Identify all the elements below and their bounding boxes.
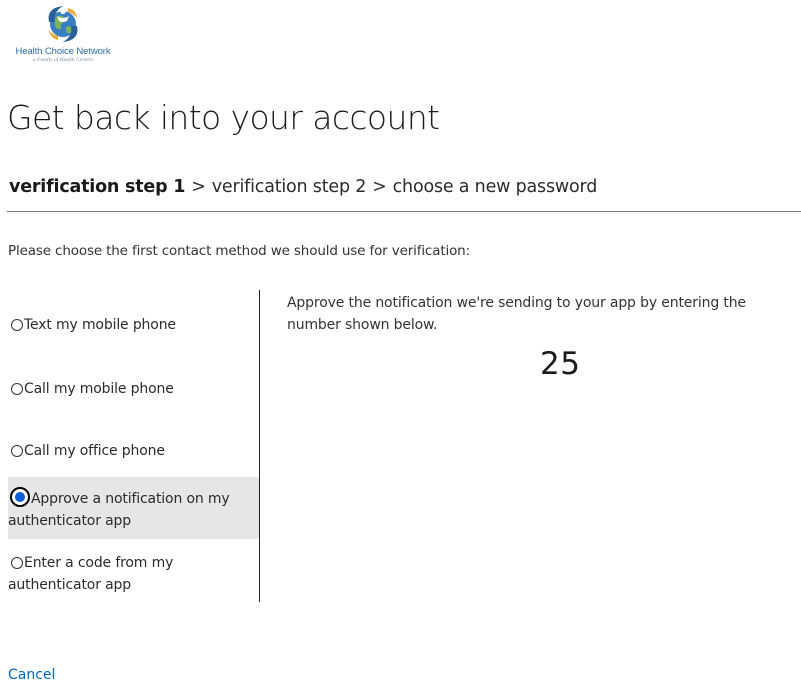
breadcrumb: verification step 1 > verification step 2 >… [9,177,597,197]
option-call-mobile[interactable]: Call my mobile phone [8,378,259,400]
option-label: Enter a code from my authenticator app [8,555,174,593]
option-approve-notification[interactable]: Approve a notification on my authenticat… [8,477,259,539]
verification-number: 25 [540,346,581,382]
breadcrumb-separator: > [372,177,387,197]
option-enter-code[interactable]: Enter a code from my authenticator app [8,552,259,596]
option-text-mobile[interactable]: Text my mobile phone [8,314,259,336]
page-title: Get back into your account [7,98,440,137]
radio-unchecked-icon[interactable] [11,383,23,395]
option-label: Call my office phone [24,443,165,459]
organization-logo: Health Choice Network a Family of Health… [8,2,118,66]
contact-method-list: Text my mobile phone Call my mobile phon… [8,290,260,602]
logo-tagline: a Family of Health Centers [32,57,94,63]
notification-message: Approve the notification we're sending t… [287,295,746,333]
radio-unchecked-icon[interactable] [11,319,23,331]
radio-unchecked-icon[interactable] [11,557,23,569]
option-call-office[interactable]: Call my office phone [8,440,259,462]
breadcrumb-step-2: verification step 2 [211,177,367,197]
option-label: Approve a notification on my authenticat… [8,491,230,529]
breadcrumb-current-step: verification step 1 [9,177,186,197]
breadcrumb-step-3: choose a new password [392,177,598,197]
header-divider [7,211,801,212]
option-label: Call my mobile phone [24,381,174,397]
logo-name: Health Choice Network [15,46,111,57]
radio-unchecked-icon[interactable] [11,445,23,457]
instruction-text: Please choose the first contact method w… [8,243,470,259]
page: Health Choice Network a Family of Health… [0,0,801,685]
cancel-link[interactable]: Cancel [8,667,55,683]
hands-globe-logo-icon [48,6,78,42]
option-label: Text my mobile phone [24,317,176,333]
breadcrumb-separator: > [191,177,206,197]
radio-checked-icon[interactable] [10,487,30,507]
